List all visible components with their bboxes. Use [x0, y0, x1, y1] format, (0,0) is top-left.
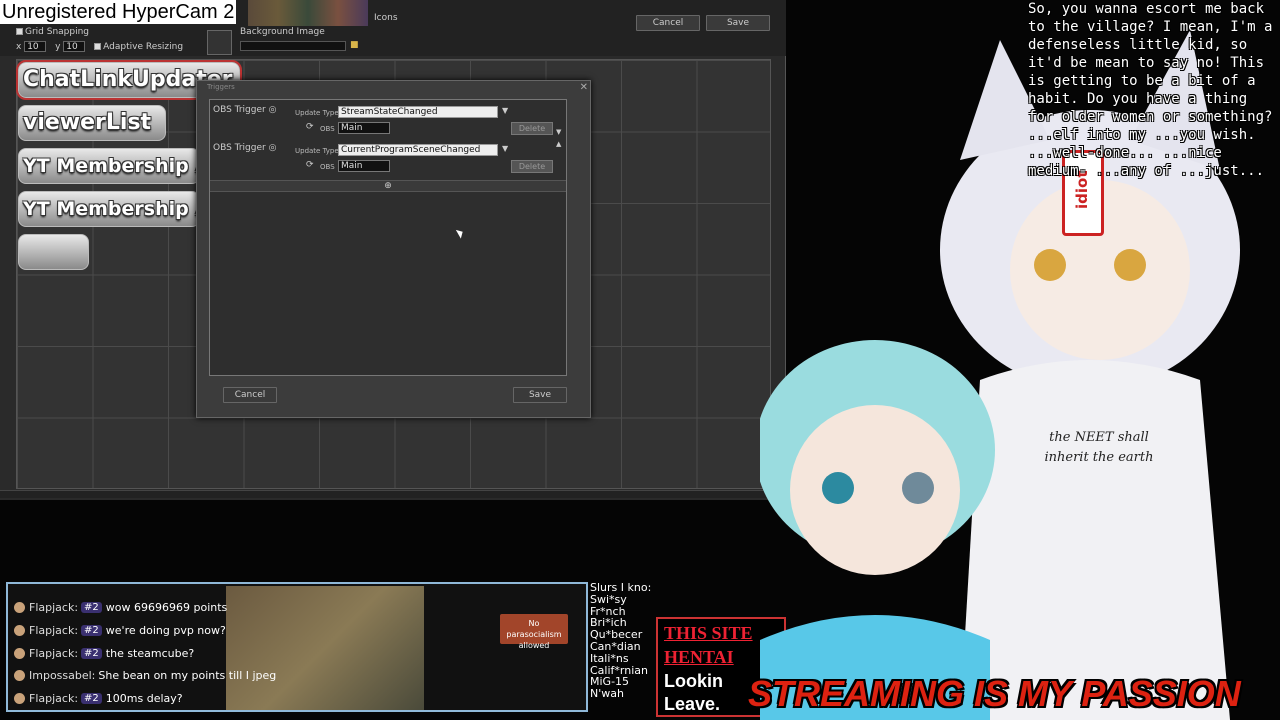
- streaming-passion-banner: STREAMING IS MY PASSION: [748, 673, 1241, 714]
- rank-badge: #2: [81, 624, 102, 636]
- chat-username: Flapjack:: [29, 691, 79, 705]
- obs-label: OBS: [320, 125, 335, 133]
- grid-snapping-checkbox[interactable]: [16, 28, 23, 35]
- chat-text: we're doing pvp now?: [105, 623, 226, 637]
- chevron-down-icon[interactable]: ▼: [502, 106, 508, 115]
- delete-trigger-button[interactable]: Delete: [511, 122, 553, 135]
- close-icon[interactable]: ✕: [580, 82, 588, 93]
- grid-snapping-label: Grid Snapping: [25, 27, 90, 37]
- delete-trigger-button[interactable]: Delete: [511, 160, 553, 173]
- yt-membership-button-1[interactable]: YT Membership A: [18, 148, 200, 184]
- quote-overlay: So, you wanna escort me back to the vill…: [1028, 1, 1273, 179]
- grid-y-input[interactable]: 10: [63, 41, 86, 52]
- x-label: x: [16, 42, 22, 52]
- triggers-dialog: Triggers ✕ OBS Trigger ◎ Update Type Str…: [196, 80, 591, 418]
- chat-username: Flapjack:: [29, 623, 79, 637]
- y-label: y: [55, 42, 61, 52]
- stream-canvas: Grid Snapping x 10 y 10 Adaptive Resizin…: [0, 0, 1280, 720]
- chat-username: Flapjack:: [29, 646, 79, 660]
- list-item: Can*dian: [590, 639, 641, 653]
- trigger-type-label: OBS Trigger ◎: [213, 105, 277, 115]
- chat-message: Flapjack: #2 we're doing pvp now?: [14, 621, 226, 639]
- background-image-label: Background Image: [240, 27, 325, 37]
- add-trigger-button[interactable]: ⊕: [210, 180, 566, 192]
- triggers-title: Triggers: [207, 83, 235, 91]
- update-type-select[interactable]: CurrentProgramSceneChanged: [338, 144, 498, 156]
- info-icon: ◎: [268, 105, 277, 115]
- webpage-line: Lookin: [664, 671, 723, 691]
- list-item: N'wah: [590, 687, 624, 701]
- move-up-icon[interactable]: ▲: [556, 140, 561, 148]
- chat-text: 100ms delay?: [105, 691, 183, 705]
- webpage-line: Leave.: [664, 694, 721, 714]
- rank-badge: #2: [81, 647, 102, 659]
- yt-membership-button-2[interactable]: YT Membership A: [18, 191, 200, 227]
- hypercam-watermark: Unregistered HyperCam 2: [0, 0, 237, 24]
- chat-image: [226, 586, 424, 710]
- refresh-icon[interactable]: ⟳: [306, 122, 314, 132]
- webpage-line: HENTAI: [664, 647, 734, 667]
- shirt-text: the NEET shall inherit the earth: [1044, 430, 1154, 465]
- background-image-input[interactable]: [240, 41, 346, 51]
- adaptive-resizing-label: Adaptive Resizing: [103, 42, 184, 52]
- chat-message: Flapjack: #2 the steamcube?: [14, 644, 194, 662]
- avatar: [14, 624, 25, 636]
- plus-icon: ⊕: [384, 181, 392, 191]
- editor-cancel-button[interactable]: Cancel: [636, 15, 700, 31]
- list-item: Swi*sy: [590, 592, 627, 606]
- icon-thumbnails: [248, 0, 368, 26]
- grid-size-controls: x 10 y 10 Adaptive Resizing: [16, 41, 183, 52]
- chevron-down-icon[interactable]: ▼: [502, 144, 508, 153]
- chat-username: Flapjack:: [29, 600, 79, 614]
- trigger-row: OBS Trigger ◎ Update Type StreamStateCha…: [210, 102, 566, 138]
- rank-badge: #2: [81, 692, 102, 704]
- avatar: [14, 647, 25, 659]
- icons-label: Icons: [374, 13, 398, 23]
- viewerlist-button[interactable]: viewerList: [18, 105, 166, 141]
- triggers-cancel-button[interactable]: Cancel: [223, 387, 277, 403]
- trigger-type-label: OBS Trigger ◎: [213, 143, 277, 153]
- triggers-save-button[interactable]: Save: [513, 387, 567, 403]
- chat-overlay: Flapjack: #2 wow 69696969 points Flapjack:…: [6, 582, 588, 712]
- avatar: [14, 669, 25, 681]
- chat-message: Flapjack: #2 100ms delay?: [14, 689, 183, 707]
- empty-button[interactable]: [18, 234, 89, 270]
- refresh-icon[interactable]: ⟳: [306, 160, 314, 170]
- no-parasocialism-sign: No parasocialism allowed: [500, 614, 568, 650]
- horizontal-scrollbar[interactable]: [0, 490, 786, 498]
- list-item: Itali*ns: [590, 651, 629, 665]
- cyan-hair-boy-avatar: [760, 340, 995, 720]
- trigger-list: OBS Trigger ◎ Update Type StreamStateCha…: [209, 99, 567, 376]
- move-down-icon[interactable]: ▼: [556, 128, 561, 136]
- obs-connection-input[interactable]: Main: [338, 122, 390, 134]
- obs-label: OBS: [320, 163, 335, 171]
- update-type-label: Update Type: [295, 147, 339, 155]
- avatar: [14, 692, 25, 704]
- chat-message: Impossabel: She bean on my points till I …: [14, 666, 276, 684]
- folder-icon[interactable]: ■: [350, 40, 359, 50]
- grid-x-input[interactable]: 10: [24, 41, 47, 52]
- webpage-line: THIS SITE: [664, 623, 753, 643]
- chat-text: wow 69696969 points: [105, 600, 228, 614]
- rank-badge: #2: [81, 601, 102, 613]
- obs-connection-input[interactable]: Main: [338, 160, 390, 172]
- avatar: [14, 601, 25, 613]
- chat-username: Impossabel:: [29, 668, 96, 682]
- background-text-list: Slurs I kno: Swi*sy Fr*nch Bri*ich Qu*be…: [590, 582, 660, 700]
- background-color-swatch[interactable]: [207, 30, 232, 55]
- update-type-label: Update Type: [295, 109, 339, 117]
- trigger-row: OBS Trigger ◎ Update Type CurrentProgram…: [210, 140, 566, 176]
- chat-text: She bean on my points till I jpeg: [98, 668, 277, 682]
- info-icon: ◎: [268, 143, 277, 153]
- chat-message: Flapjack: #2 wow 69696969 points: [14, 598, 227, 616]
- chat-text: the steamcube?: [105, 646, 195, 660]
- grid-snapping-option[interactable]: Grid Snapping: [16, 27, 89, 37]
- adaptive-resizing-checkbox[interactable]: [94, 43, 102, 50]
- update-type-select[interactable]: StreamStateChanged: [338, 106, 498, 118]
